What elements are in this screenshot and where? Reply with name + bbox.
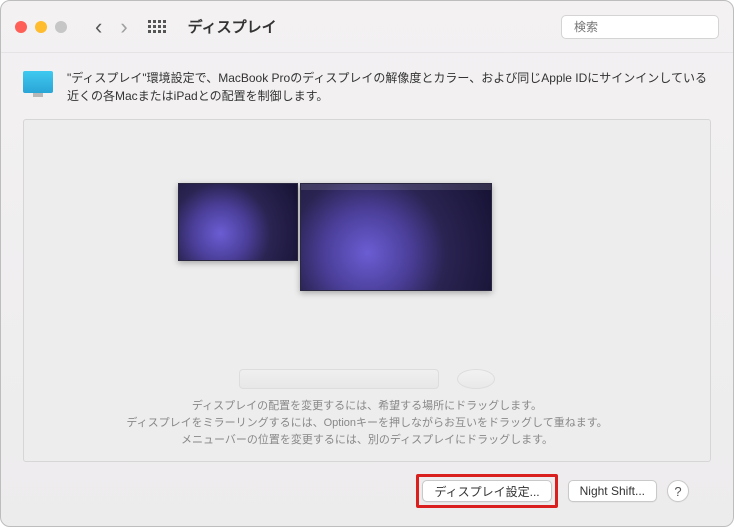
display-arrangement-area: ディスプレイの配置を変更するには、希望する場所にドラッグします。 ディスプレイを… bbox=[23, 119, 711, 462]
description-text: "ディスプレイ"環境設定で、MacBook Proのディスプレイの解像度とカラー… bbox=[67, 69, 711, 105]
show-all-icon[interactable] bbox=[148, 20, 166, 33]
toolbar: ‹ › ディスプレイ bbox=[1, 1, 733, 53]
hint-line-3: メニューバーの位置を変更するには、別のディスプレイにドラッグします。 bbox=[24, 432, 710, 449]
search-input[interactable] bbox=[574, 20, 729, 34]
window-title: ディスプレイ bbox=[188, 16, 277, 37]
back-icon[interactable]: ‹ bbox=[95, 16, 102, 38]
night-shift-button[interactable]: Night Shift... bbox=[568, 480, 657, 502]
highlight-annotation: ディスプレイ設定... bbox=[416, 474, 557, 508]
system-preferences-window: ‹ › ディスプレイ "ディスプレイ"環境設定で、MacBook Proのディス… bbox=[0, 0, 734, 527]
traffic-lights bbox=[15, 21, 67, 33]
display-icon bbox=[23, 71, 53, 93]
minimize-icon[interactable] bbox=[35, 21, 47, 33]
close-icon[interactable] bbox=[15, 21, 27, 33]
hint-line-1: ディスプレイの配置を変更するには、希望する場所にドラッグします。 bbox=[24, 398, 710, 415]
description-row: "ディスプレイ"環境設定で、MacBook Proのディスプレイの解像度とカラー… bbox=[23, 69, 711, 105]
zoom-icon bbox=[55, 21, 67, 33]
keyboard-icon bbox=[239, 369, 439, 389]
mouse-icon bbox=[457, 369, 495, 389]
forward-icon: › bbox=[120, 16, 127, 38]
menubar-strip[interactable] bbox=[301, 184, 491, 190]
display-thumbnail-1[interactable] bbox=[178, 183, 298, 261]
arrangement-hints: ディスプレイの配置を変更するには、希望する場所にドラッグします。 ディスプレイを… bbox=[24, 390, 710, 461]
display-thumbnail-2[interactable] bbox=[300, 183, 492, 291]
keyboard-mouse-graphic bbox=[239, 369, 495, 389]
nav-buttons: ‹ › bbox=[95, 16, 128, 38]
footer: ディスプレイ設定... Night Shift... ? bbox=[23, 462, 711, 508]
search-field[interactable] bbox=[561, 15, 719, 39]
content-area: "ディスプレイ"環境設定で、MacBook Proのディスプレイの解像度とカラー… bbox=[1, 53, 733, 526]
help-button[interactable]: ? bbox=[667, 480, 689, 502]
display-settings-button[interactable]: ディスプレイ設定... bbox=[422, 480, 551, 502]
hint-line-2: ディスプレイをミラーリングするには、Optionキーを押しながらお互いをドラッグ… bbox=[24, 415, 710, 432]
displays-canvas bbox=[24, 120, 710, 390]
